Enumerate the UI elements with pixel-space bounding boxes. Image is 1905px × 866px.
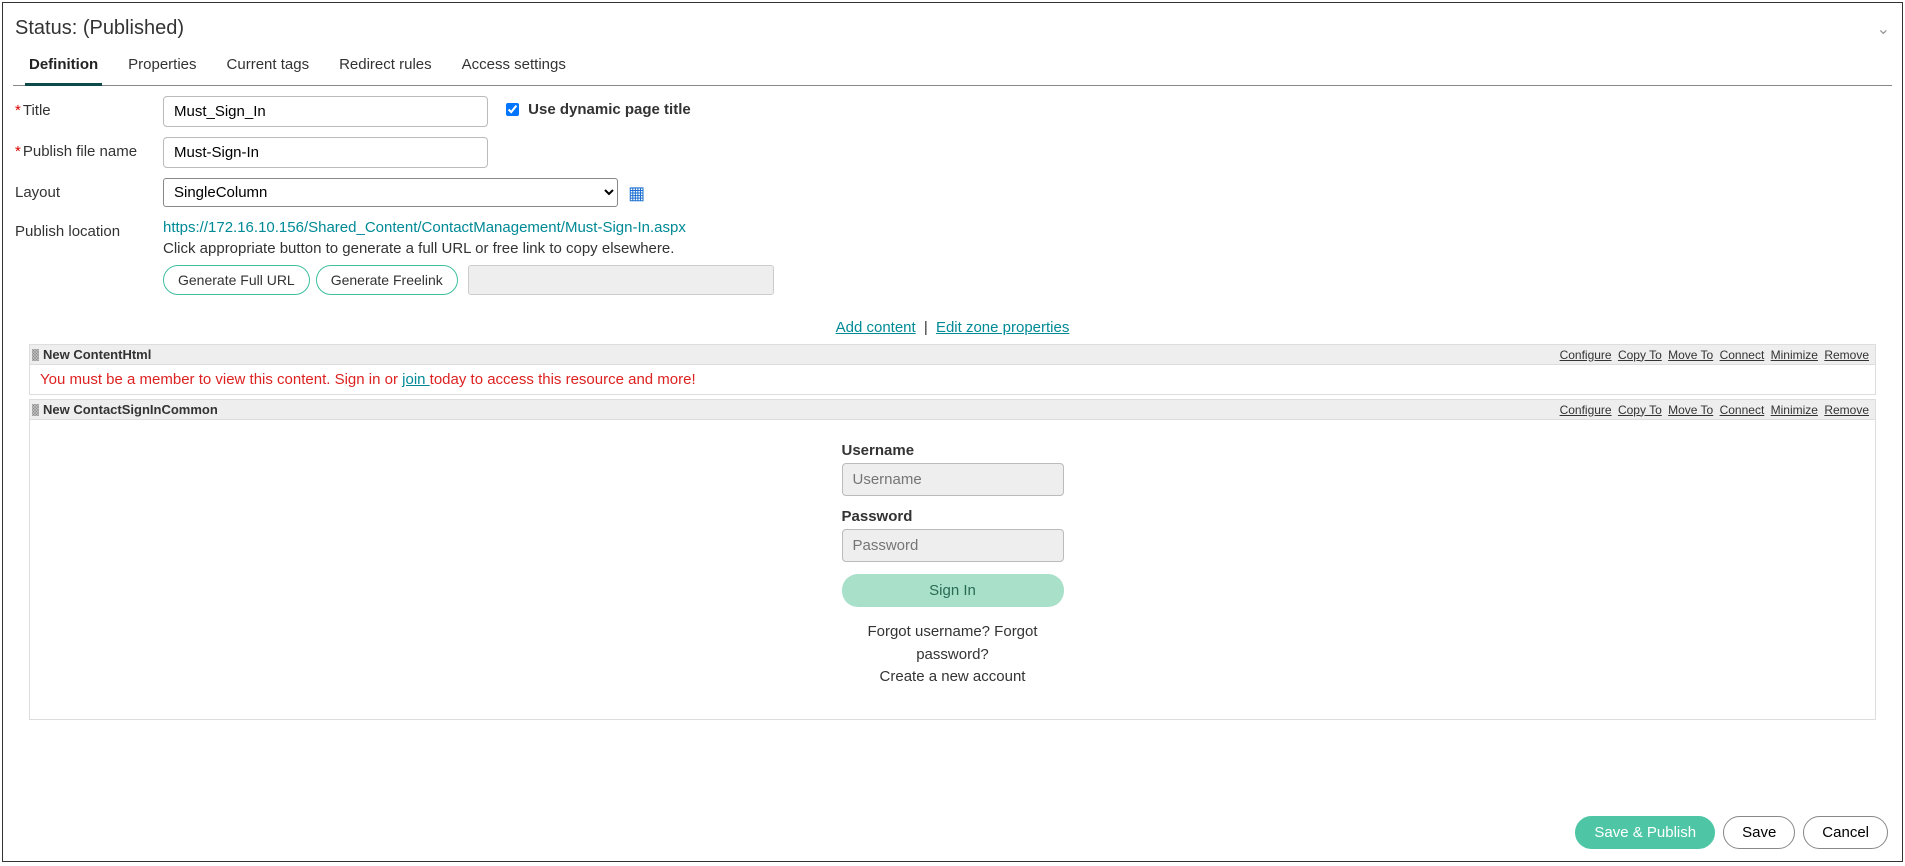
dynamic-title-label: Use dynamic page title bbox=[528, 101, 691, 118]
edit-zone-link[interactable]: Edit zone properties bbox=[936, 319, 1069, 336]
tab-strip: Definition Properties Current tags Redir… bbox=[13, 48, 1892, 86]
moveto-link[interactable]: Move To bbox=[1668, 348, 1713, 362]
username-label: Username bbox=[842, 442, 1064, 459]
webpart-actions: Configure Copy To Move To Connect Minimi… bbox=[1557, 403, 1869, 417]
configure-link[interactable]: Configure bbox=[1560, 348, 1612, 362]
webpart-title: New ContactSignInCommon bbox=[43, 402, 218, 417]
forgot-links[interactable]: Forgot username? Forgot password? bbox=[842, 621, 1064, 666]
configure-link[interactable]: Configure bbox=[1560, 403, 1612, 417]
webpart-signin: New ContactSignInCommon Configure Copy T… bbox=[29, 399, 1876, 720]
moveto-link[interactable]: Move To bbox=[1668, 403, 1713, 417]
layout-picker-icon[interactable]: ▦ bbox=[628, 183, 645, 204]
generate-freelink-button[interactable]: Generate Freelink bbox=[316, 265, 458, 295]
publish-hint: Click appropriate button to generate a f… bbox=[163, 240, 674, 257]
chevron-down-icon[interactable]: ⌄ bbox=[1877, 19, 1890, 39]
username-input[interactable] bbox=[842, 463, 1064, 496]
connect-link[interactable]: Connect bbox=[1720, 348, 1765, 362]
webpart-actions: Configure Copy To Move To Connect Minimi… bbox=[1557, 348, 1869, 362]
connect-link[interactable]: Connect bbox=[1720, 403, 1765, 417]
webpart-contenthtml: New ContentHtml Configure Copy To Move T… bbox=[29, 344, 1876, 395]
cancel-button[interactable]: Cancel bbox=[1803, 816, 1888, 849]
tab-redirect-rules[interactable]: Redirect rules bbox=[335, 48, 436, 86]
layout-select[interactable]: SingleColumn bbox=[163, 178, 618, 207]
password-input[interactable] bbox=[842, 529, 1064, 562]
definition-form: *Title Use dynamic page title *Publish f… bbox=[13, 86, 913, 309]
webpart-title: New ContentHtml bbox=[43, 347, 151, 362]
signin-form: Username Password Sign In Forgot usernam… bbox=[842, 442, 1064, 689]
publish-location-label: Publish location bbox=[15, 217, 163, 240]
password-label: Password bbox=[842, 508, 1064, 525]
dynamic-title-checkbox[interactable] bbox=[506, 103, 519, 116]
title-label: *Title bbox=[15, 96, 163, 119]
publish-file-input[interactable] bbox=[163, 137, 488, 168]
drag-handle-icon[interactable] bbox=[32, 349, 39, 361]
signin-button[interactable]: Sign In bbox=[842, 574, 1064, 607]
save-publish-button[interactable]: Save & Publish bbox=[1575, 816, 1715, 849]
save-button[interactable]: Save bbox=[1723, 816, 1795, 849]
add-content-link[interactable]: Add content bbox=[836, 319, 916, 336]
drag-handle-icon[interactable] bbox=[32, 404, 39, 416]
copyto-link[interactable]: Copy To bbox=[1618, 348, 1662, 362]
membership-warning: You must be a member to view this conten… bbox=[30, 365, 1875, 394]
publish-url-link[interactable]: https://172.16.10.156/Shared_Content/Con… bbox=[163, 219, 686, 236]
status-label: Status: (Published) bbox=[15, 17, 184, 40]
remove-link[interactable]: Remove bbox=[1824, 348, 1869, 362]
tab-definition[interactable]: Definition bbox=[25, 48, 102, 86]
tab-properties[interactable]: Properties bbox=[124, 48, 200, 86]
copyto-link[interactable]: Copy To bbox=[1618, 403, 1662, 417]
minimize-link[interactable]: Minimize bbox=[1771, 403, 1818, 417]
layout-label: Layout bbox=[15, 178, 163, 201]
remove-link[interactable]: Remove bbox=[1824, 403, 1869, 417]
minimize-link[interactable]: Minimize bbox=[1771, 348, 1818, 362]
generate-full-url-button[interactable]: Generate Full URL bbox=[163, 265, 310, 295]
generated-url-output[interactable] bbox=[468, 265, 774, 295]
page-designer: Status: (Published) ⌄ Definition Propert… bbox=[2, 2, 1903, 862]
zone-actions: Add content | Edit zone properties bbox=[13, 309, 1892, 340]
publish-file-label: *Publish file name bbox=[15, 137, 163, 160]
status-bar: Status: (Published) ⌄ bbox=[13, 13, 1892, 48]
footer-actions: Save & Publish Save Cancel bbox=[1575, 816, 1888, 849]
tab-access-settings[interactable]: Access settings bbox=[458, 48, 570, 86]
join-link[interactable]: join bbox=[402, 371, 430, 388]
tab-current-tags[interactable]: Current tags bbox=[223, 48, 314, 86]
title-input[interactable] bbox=[163, 96, 488, 127]
create-account-link[interactable]: Create a new account bbox=[842, 666, 1064, 689]
